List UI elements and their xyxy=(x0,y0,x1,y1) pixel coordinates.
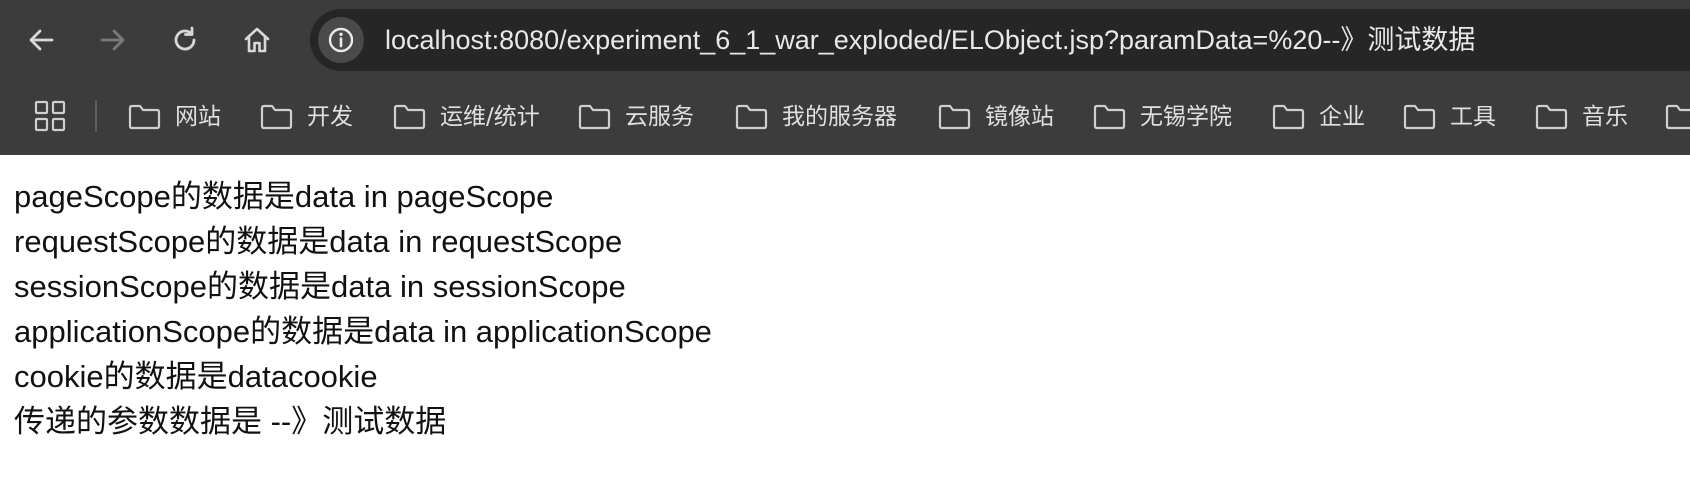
browser-chrome: localhost:8080/experiment_6_1_war_explod… xyxy=(0,0,1690,155)
bookmarks-separator xyxy=(95,100,97,132)
info-circle-icon xyxy=(328,27,354,53)
param-line: 传递的参数数据是 --》测试数据 xyxy=(14,404,447,439)
bookmark-label: 我的服务器 xyxy=(782,104,897,130)
url-text[interactable]: localhost:8080/experiment_6_1_war_explod… xyxy=(385,9,1475,71)
folder-icon xyxy=(1093,104,1126,130)
applicationscope-line: applicationScope的数据是data in applicationS… xyxy=(14,314,712,349)
bookmark-folder[interactable]: 开发 xyxy=(260,97,353,137)
pagescope-line: pageScope的数据是data in pageScope xyxy=(14,179,554,214)
folder-icon xyxy=(1272,104,1305,130)
bookmark-label: 工具 xyxy=(1450,104,1496,130)
bookmark-label: 企业 xyxy=(1319,104,1365,130)
browser-toolbar: localhost:8080/experiment_6_1_war_explod… xyxy=(0,0,1690,80)
address-bar[interactable]: localhost:8080/experiment_6_1_war_explod… xyxy=(310,9,1690,71)
site-info-button[interactable] xyxy=(318,17,364,63)
bookmark-folder[interactable] xyxy=(1665,97,1690,137)
bookmark-folder[interactable]: 企业 xyxy=(1272,97,1365,137)
bookmark-label: 云服务 xyxy=(625,104,694,130)
requestscope-line: requestScope的数据是data in requestScope xyxy=(14,224,623,259)
reload-icon xyxy=(174,26,196,51)
bookmark-folder[interactable]: 音乐 xyxy=(1535,97,1628,137)
reload-button[interactable] xyxy=(164,19,206,61)
folder-icon xyxy=(1403,104,1436,130)
back-button[interactable] xyxy=(20,19,62,61)
bookmarks-bar: 网站 开发 运维/统计 云服务 我的服务器 镜像站 无锡学院 企业 工具 音乐 xyxy=(0,80,1690,155)
bookmark-label: 开发 xyxy=(307,104,353,130)
bookmark-folder[interactable]: 工具 xyxy=(1403,97,1496,137)
home-icon xyxy=(244,27,270,53)
home-button[interactable] xyxy=(236,19,278,61)
arrow-left-icon xyxy=(29,29,54,51)
bookmark-label: 镜像站 xyxy=(985,104,1054,130)
forward-button[interactable] xyxy=(92,19,134,61)
arrow-right-icon xyxy=(100,29,125,51)
folder-icon xyxy=(938,104,971,130)
bookmark-label: 无锡学院 xyxy=(1140,104,1232,130)
bookmark-label: 运维/统计 xyxy=(440,104,540,130)
bookmark-folder[interactable]: 运维/统计 xyxy=(393,97,540,137)
folder-icon xyxy=(393,104,426,130)
folder-icon xyxy=(1665,104,1690,130)
cookie-line: cookie的数据是datacookie xyxy=(14,359,378,394)
page-content: pageScope的数据是data in pageScope requestSc… xyxy=(0,155,1690,482)
apps-grid-icon[interactable] xyxy=(34,100,66,132)
folder-icon xyxy=(260,104,293,130)
folder-icon xyxy=(735,104,768,130)
folder-icon xyxy=(128,104,161,130)
folder-icon xyxy=(1535,104,1568,130)
bookmark-folder[interactable]: 镜像站 xyxy=(938,97,1054,137)
folder-icon xyxy=(578,104,611,130)
sessionscope-line: sessionScope的数据是data in sessionScope xyxy=(14,269,626,304)
bookmark-folder[interactable]: 我的服务器 xyxy=(735,97,897,137)
bookmark-label: 音乐 xyxy=(1582,104,1628,130)
bookmark-folder[interactable]: 云服务 xyxy=(578,97,694,137)
bookmark-folder[interactable]: 网站 xyxy=(128,97,221,137)
bookmark-label: 网站 xyxy=(175,104,221,130)
bookmark-folder[interactable]: 无锡学院 xyxy=(1093,97,1232,137)
